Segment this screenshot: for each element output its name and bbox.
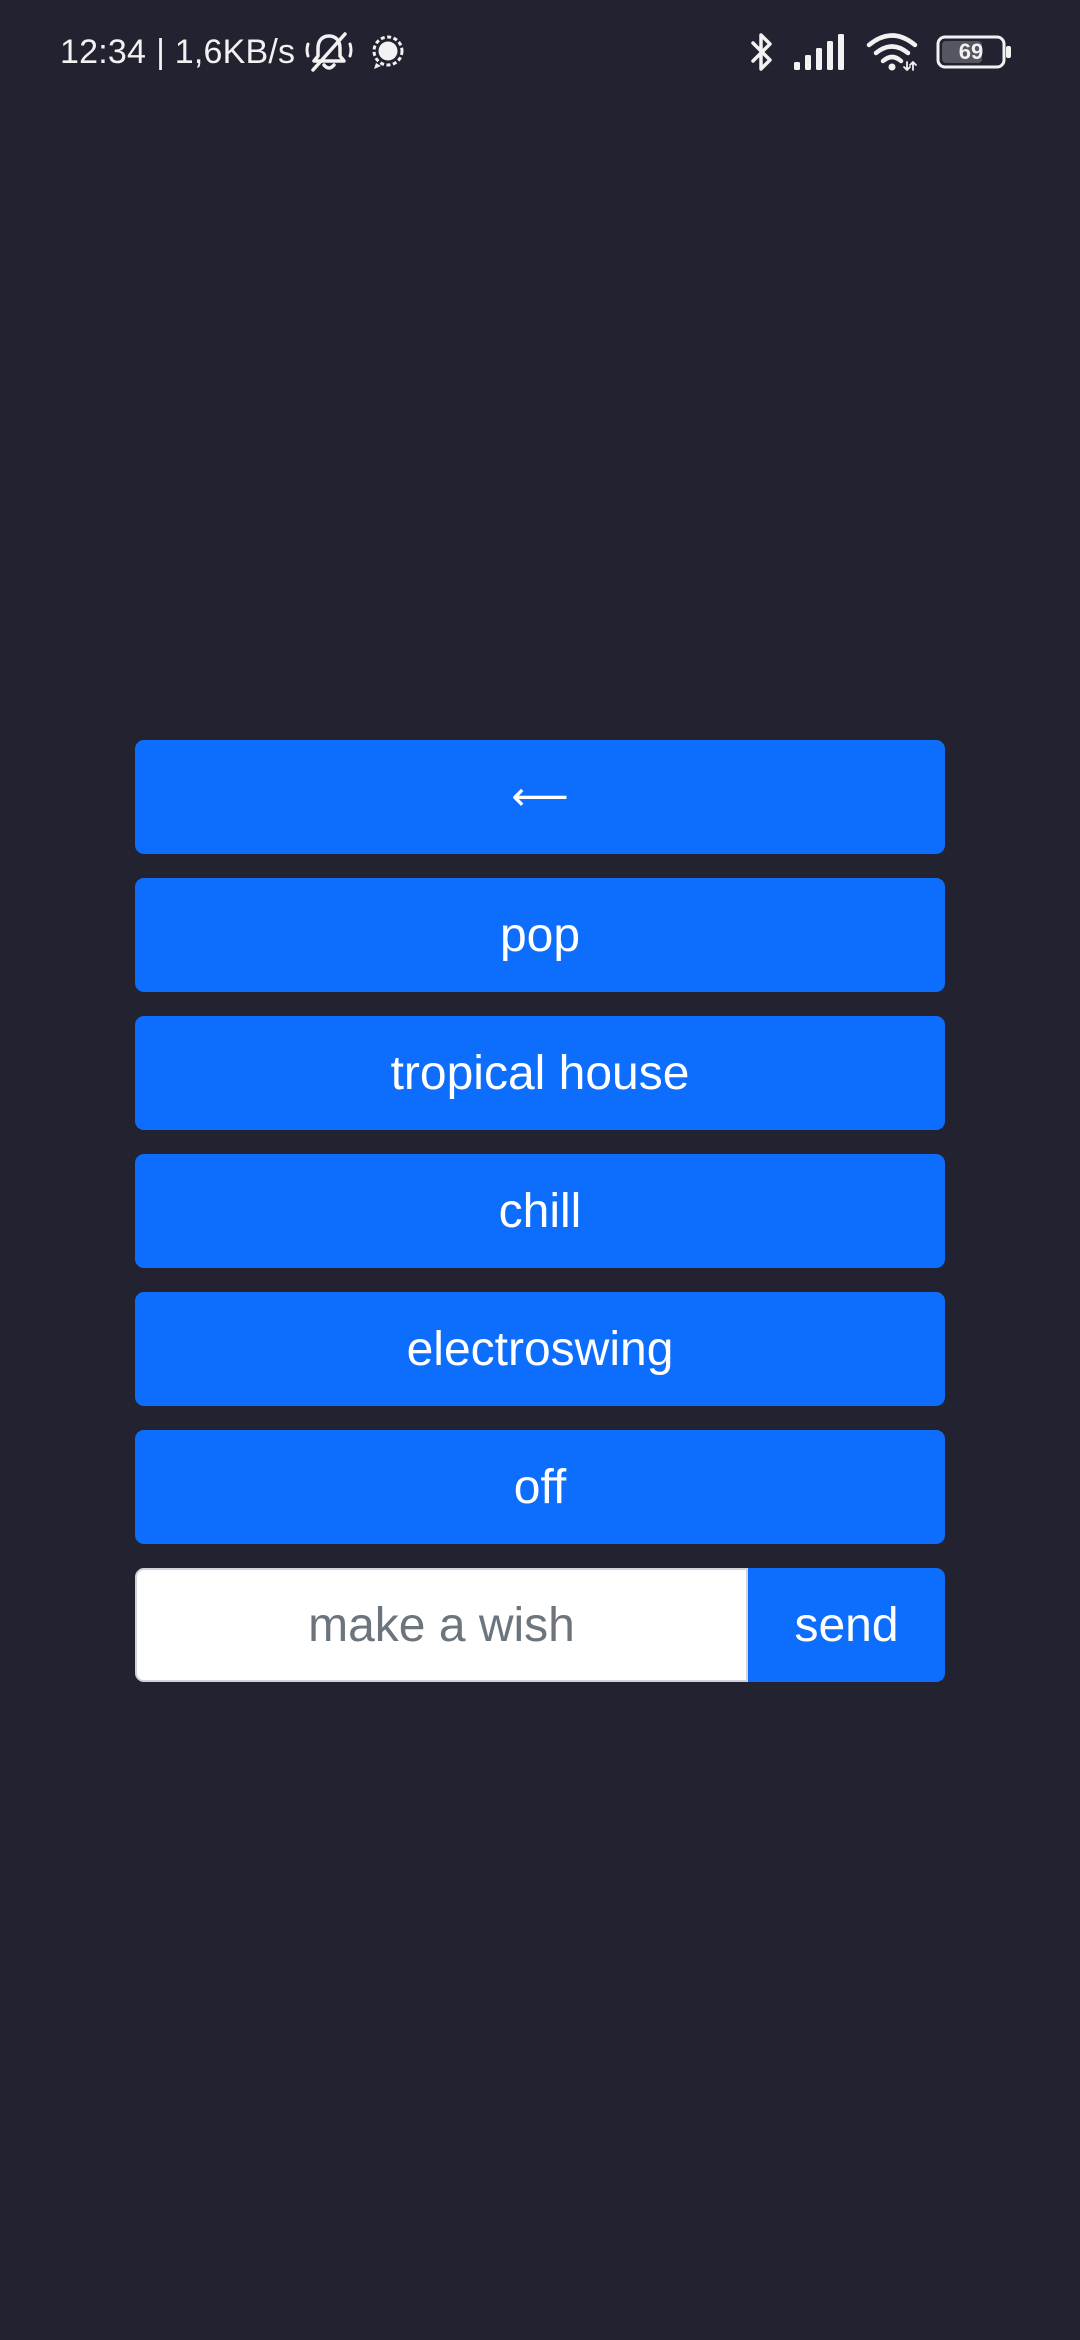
- battery-icon: 69: [936, 35, 1012, 69]
- wifi-icon: [866, 32, 918, 72]
- chat-bubble-icon: [369, 33, 407, 71]
- genre-button-chill[interactable]: chill: [135, 1154, 945, 1268]
- wish-form: send: [135, 1568, 945, 1682]
- genre-button-tropical-house[interactable]: tropical house: [135, 1016, 945, 1130]
- genre-button-pop[interactable]: pop: [135, 878, 945, 992]
- signal-icon: [794, 34, 848, 70]
- status-time: 12:34: [60, 32, 147, 71]
- genre-menu: ⟵ pop tropical house chill electroswing …: [135, 740, 945, 1682]
- back-button[interactable]: ⟵: [135, 740, 945, 854]
- battery-level: 69: [958, 39, 984, 64]
- status-left: 12:34 | 1,6KB/s: [60, 26, 407, 78]
- wish-input[interactable]: [135, 1568, 748, 1682]
- off-button[interactable]: off: [135, 1430, 945, 1544]
- send-button[interactable]: send: [748, 1568, 945, 1682]
- status-network-speed: | 1,6KB/s: [156, 32, 296, 71]
- notifications-off-icon: [305, 30, 353, 74]
- status-bar: 12:34 | 1,6KB/s 69: [0, 0, 1080, 104]
- genre-button-electroswing[interactable]: electroswing: [135, 1292, 945, 1406]
- status-right: 69: [748, 26, 1012, 78]
- back-arrow-icon: ⟵: [511, 775, 569, 819]
- bluetooth-icon: [748, 31, 776, 73]
